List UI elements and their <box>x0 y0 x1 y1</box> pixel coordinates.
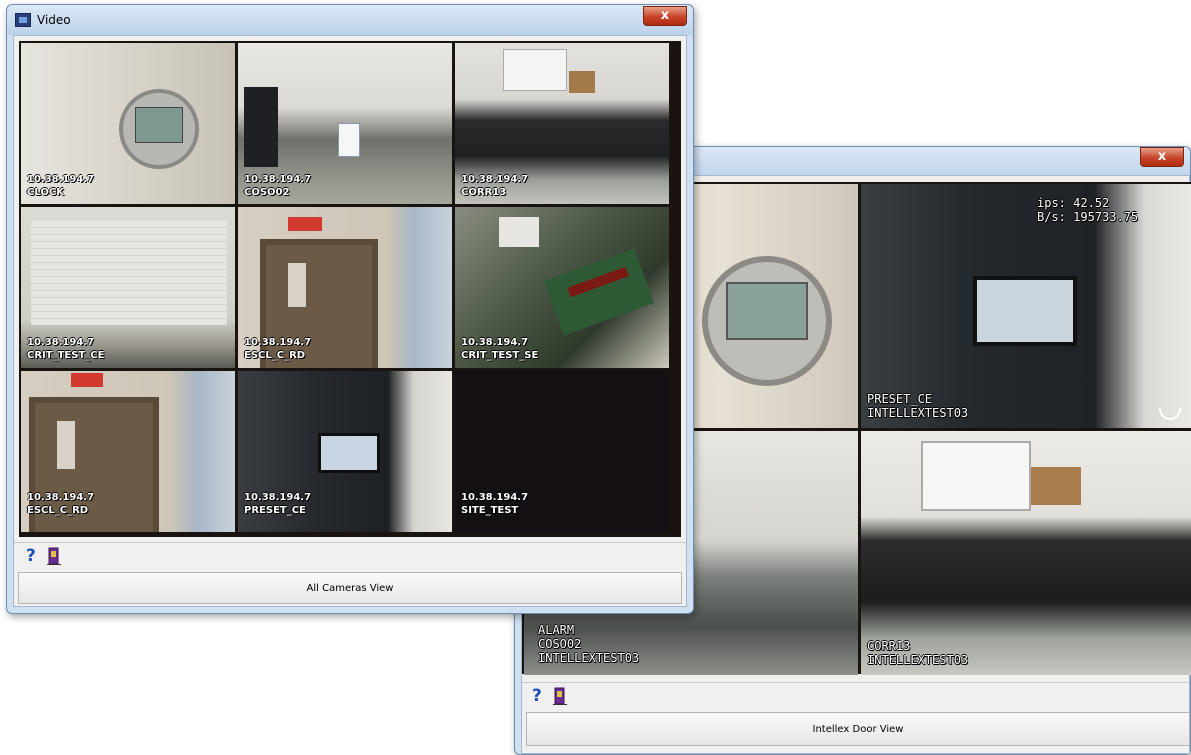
help-icon[interactable]: ? <box>532 687 546 705</box>
camera-name: PRESET_CE <box>244 505 306 516</box>
camera-name: ESCL_C_RD <box>244 350 306 361</box>
camera-label: PRESET_CE <box>867 392 933 406</box>
camera-tile[interactable]: 10.38.194.7 CLOCK <box>21 43 235 204</box>
camera-label: CORR13 <box>867 639 911 653</box>
window-client-area: 10.38.194.7 CLOCK 10.38.194.7 COSO02 10.… <box>13 35 687 607</box>
camera-label: INTELLEXTEST03 <box>538 651 640 665</box>
help-icon[interactable]: ? <box>26 547 40 565</box>
video-window: Video x 10.38.194.7 CLOCK 10.38.194.7 CO… <box>6 4 694 614</box>
camera-tile[interactable]: 10.38.194.7 CRIT_TEST_CE <box>21 207 235 368</box>
camera-label: INTELLEXTEST03 <box>867 406 969 420</box>
camera-tile[interactable]: 10.38.194.7 CORR13 <box>455 43 669 204</box>
window-title: Video <box>37 13 71 27</box>
camera-ip: 10.38.194.7 <box>244 492 312 503</box>
camera-ip: 10.38.194.7 <box>461 492 529 503</box>
camera-tile[interactable]: 10.38.194.7 COSO02 <box>238 43 452 204</box>
all-cameras-view-button[interactable]: All Cameras View <box>18 572 682 604</box>
video-app-icon <box>15 13 31 27</box>
camera-ip: 10.38.194.7 <box>27 492 95 503</box>
camera-tile[interactable]: 10.38.194.7 PRESET_CE <box>238 371 452 532</box>
wall-clock-icon <box>119 89 199 169</box>
camera-name: CRIT_TEST_SE <box>461 350 539 361</box>
dome-camera-icon <box>1159 408 1181 420</box>
intellex-door-view-button[interactable]: Intellex Door View <box>526 712 1190 746</box>
camera-name: CORR13 <box>461 187 507 198</box>
close-button[interactable]: x <box>643 6 687 26</box>
camera-ip: 10.38.194.7 <box>461 337 529 348</box>
camera-tile[interactable]: 10.38.194.7 ESCL_C_RD <box>238 207 452 368</box>
stats-bps: B/s: 195733.75 <box>1037 210 1139 224</box>
camera-tile[interactable]: 10.38.194.7 SITE_TEST <box>455 371 669 532</box>
exit-door-icon[interactable] <box>552 687 568 705</box>
camera-name: CRIT_TEST_CE <box>27 350 105 361</box>
toolbar: ? <box>14 542 686 568</box>
camera-tile[interactable]: 10.38.194.7 ESCL_C_RD <box>21 371 235 532</box>
camera-tile[interactable]: 10.38.194.7 CRIT_TEST_SE <box>455 207 669 368</box>
camera-ip: 10.38.194.7 <box>244 337 312 348</box>
camera-grid: 10.38.194.7 CLOCK 10.38.194.7 COSO02 10.… <box>19 41 681 537</box>
camera-ip: 10.38.194.7 <box>461 174 529 185</box>
camera-label: ALARM <box>538 623 575 637</box>
camera-ip: 10.38.194.7 <box>27 337 95 348</box>
camera-label: INTELLEXTEST03 <box>867 653 969 667</box>
camera-name: CLOCK <box>27 187 64 198</box>
camera-label: COSO02 <box>538 637 582 651</box>
camera-name: SITE_TEST <box>461 505 519 516</box>
camera-name: COSO02 <box>244 187 290 198</box>
camera-ip: 10.38.194.7 <box>244 174 312 185</box>
camera-name: ESCL_C_RD <box>27 505 89 516</box>
close-button[interactable]: x <box>1140 147 1184 167</box>
camera-tile[interactable]: CORR13 INTELLEXTEST03 <box>861 431 1191 675</box>
camera-tile[interactable]: ips: 42.52 B/s: 195733.75 PRESET_CE INTE… <box>861 184 1191 428</box>
toolbar: ? <box>522 682 1189 708</box>
exit-door-icon[interactable] <box>46 547 62 565</box>
wall-clock-icon <box>702 256 832 386</box>
stats-ips: ips: 42.52 <box>1037 196 1110 210</box>
camera-ip: 10.38.194.7 <box>27 174 95 185</box>
title-bar <box>7 5 693 35</box>
